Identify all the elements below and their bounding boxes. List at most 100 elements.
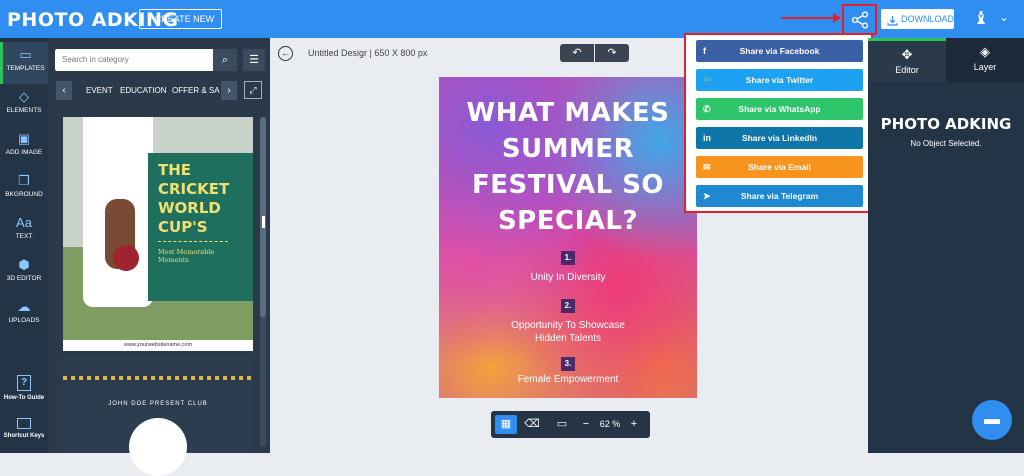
whatsapp-icon: ✆: [703, 104, 711, 114]
right-panel-logo: PHOTO ADKING: [880, 115, 1012, 133]
share-linkedin-button[interactable]: in Share via LinkedIn: [696, 127, 863, 149]
template-photo-ball: [113, 245, 139, 271]
how-to-guide[interactable]: ? How-To Guide: [0, 375, 48, 401]
upload-icon: ☁: [17, 299, 31, 314]
poster-title[interactable]: WHAT MAKES SUMMER FESTIVAL SO SPECIAL?: [439, 95, 697, 239]
download-button[interactable]: DOWNLOAD: [881, 9, 954, 29]
poster-item-3: Female Empowerment: [517, 374, 619, 385]
present-button[interactable]: ▭: [551, 415, 573, 434]
zoom-out-button[interactable]: −: [579, 415, 593, 434]
poster-num-1: 1.: [561, 251, 575, 265]
background-icon: ❐: [18, 173, 30, 188]
create-new-button[interactable]: + CREATE NEW: [139, 9, 223, 29]
share-email-button[interactable]: ✉ Share via Email: [696, 156, 863, 178]
tab-layer[interactable]: ◈ Layer: [946, 38, 1024, 82]
twitter-icon: 🐦: [703, 75, 715, 85]
search-icon: ⌕: [221, 54, 229, 66]
text-icon: Aa: [16, 215, 32, 230]
templates-icon: ▭: [19, 47, 32, 62]
shortcut-keys[interactable]: Shortcut Keys: [0, 418, 48, 439]
rail-text[interactable]: Aa TEXT: [0, 210, 48, 252]
search-button[interactable]: ⌕: [213, 49, 237, 71]
rail-3d-editor[interactable]: ⬢ 3D EDITOR: [0, 252, 48, 294]
expand-icon: ⤢: [249, 85, 257, 95]
zoom-level[interactable]: 62 %: [594, 415, 626, 434]
share-telegram-button[interactable]: ➤ Share via Telegram: [696, 185, 863, 207]
poster-item-2: Opportunity To Showcase Hidden Talents: [511, 320, 625, 344]
share-twitter-button[interactable]: 🐦 Share via Twitter: [696, 69, 863, 91]
poster-num-2: 2.: [561, 299, 575, 313]
rail-background[interactable]: ❐ BKGROUND: [0, 168, 48, 210]
download-icon: [887, 13, 898, 33]
email-icon: ✉: [703, 162, 711, 172]
guide-icon: ?: [17, 375, 31, 391]
chevron-down-icon[interactable]: ⌄: [999, 10, 1009, 24]
share-facebook-button[interactable]: f Share via Facebook: [696, 40, 863, 62]
chat-button[interactable]: ▬: [972, 400, 1012, 440]
template-circle: [129, 418, 187, 476]
undo-button[interactable]: ↶: [560, 44, 594, 62]
rail-add-image[interactable]: ▣ ADD IMAGE: [0, 126, 48, 168]
editor-icon: ✥: [901, 47, 913, 62]
no-object-text: No Object Selected.: [910, 139, 982, 148]
right-panel: ✥ Editor ◈ Layer: [868, 38, 1024, 453]
back-button[interactable]: ←: [278, 46, 293, 61]
template-club-text: JOHN DOE PRESENT CLUB: [108, 401, 208, 407]
panel-collapse-handle[interactable]: [262, 216, 265, 228]
category-event[interactable]: EVENT: [86, 86, 113, 95]
share-icon: [851, 10, 868, 29]
chat-icon: ▬: [984, 411, 1000, 428]
keyboard-icon: [17, 418, 31, 429]
elements-icon: ◇: [19, 89, 29, 104]
minus-icon: −: [582, 418, 590, 430]
share-whatsapp-button[interactable]: ✆ Share via WhatsApp: [696, 98, 863, 120]
template-card-club[interactable]: JOHN DOE PRESENT CLUB: [63, 356, 253, 476]
zoom-in-button[interactable]: +: [627, 415, 641, 434]
poster-item-1: Unity In Diversity: [530, 272, 606, 283]
template-divider: [158, 241, 228, 242]
3d-icon: ⬢: [18, 257, 30, 272]
facebook-icon: f: [703, 46, 706, 56]
redo-icon: ↷: [607, 47, 617, 59]
redo-button[interactable]: ↷: [595, 44, 629, 62]
grid-icon: ▦: [500, 418, 512, 430]
linkedin-icon: in: [703, 133, 711, 143]
rail-uploads[interactable]: ☁ UPLOADS: [0, 294, 48, 336]
rail-templates[interactable]: ▭ TEMPLATES: [0, 42, 48, 84]
expand-panel-button[interactable]: ⤢: [244, 81, 262, 99]
zoom-toolbar: ▦ ⌫ ▭ − 62 % +: [491, 411, 650, 438]
plus-icon: +: [630, 418, 638, 430]
download-label: DOWNLOAD: [901, 14, 955, 24]
poster-num-3: 3.: [561, 357, 575, 371]
eraser-button[interactable]: ⌫: [521, 415, 543, 434]
category-prev-button[interactable]: ‹: [56, 81, 72, 100]
template-stripe: [63, 376, 253, 380]
template-title: THE CRICKET WORLD CUP'S: [158, 161, 230, 236]
tab-editor[interactable]: ✥ Editor: [868, 38, 946, 82]
share-button[interactable]: [842, 4, 877, 35]
list-view-button[interactable]: ☰: [243, 49, 265, 71]
category-offer[interactable]: OFFER & SA: [172, 86, 220, 95]
template-subtitle: Most Memorable Moments: [158, 248, 215, 264]
present-icon: ▭: [556, 418, 568, 430]
rail-elements[interactable]: ◇ ELEMENTS: [0, 84, 48, 126]
template-url: www.yourwebsitename.com: [63, 340, 253, 351]
search-input[interactable]: Search in category: [55, 49, 213, 71]
eraser-icon: ⌫: [524, 418, 540, 430]
undo-icon: ↶: [572, 47, 582, 59]
chevron-right-icon: ›: [227, 85, 231, 96]
design-poster[interactable]: WHAT MAKES SUMMER FESTIVAL SO SPECIAL? 1…: [439, 77, 697, 398]
annotation-arrow: [781, 13, 841, 23]
chevron-left-icon: ‹: [62, 85, 66, 96]
template-card-cricket[interactable]: THE CRICKET WORLD CUP'S Most Memorable M…: [63, 117, 253, 351]
category-next-button[interactable]: ›: [221, 81, 237, 100]
template-text-card: THE CRICKET WORLD CUP'S Most Memorable M…: [148, 153, 253, 301]
image-icon: ▣: [17, 131, 31, 146]
grid-view-button[interactable]: ▦: [495, 415, 517, 434]
category-education[interactable]: EDUCATION: [120, 86, 167, 95]
user-avatar-icon[interactable]: ♝: [973, 8, 989, 29]
document-name[interactable]: Untitled Desigr | 650 X 800 px: [308, 48, 427, 58]
telegram-icon: ➤: [703, 191, 711, 201]
list-icon: ☰: [249, 54, 259, 66]
share-menu: f Share via Facebook 🐦 Share via Twitter ✆…: [684, 33, 873, 213]
